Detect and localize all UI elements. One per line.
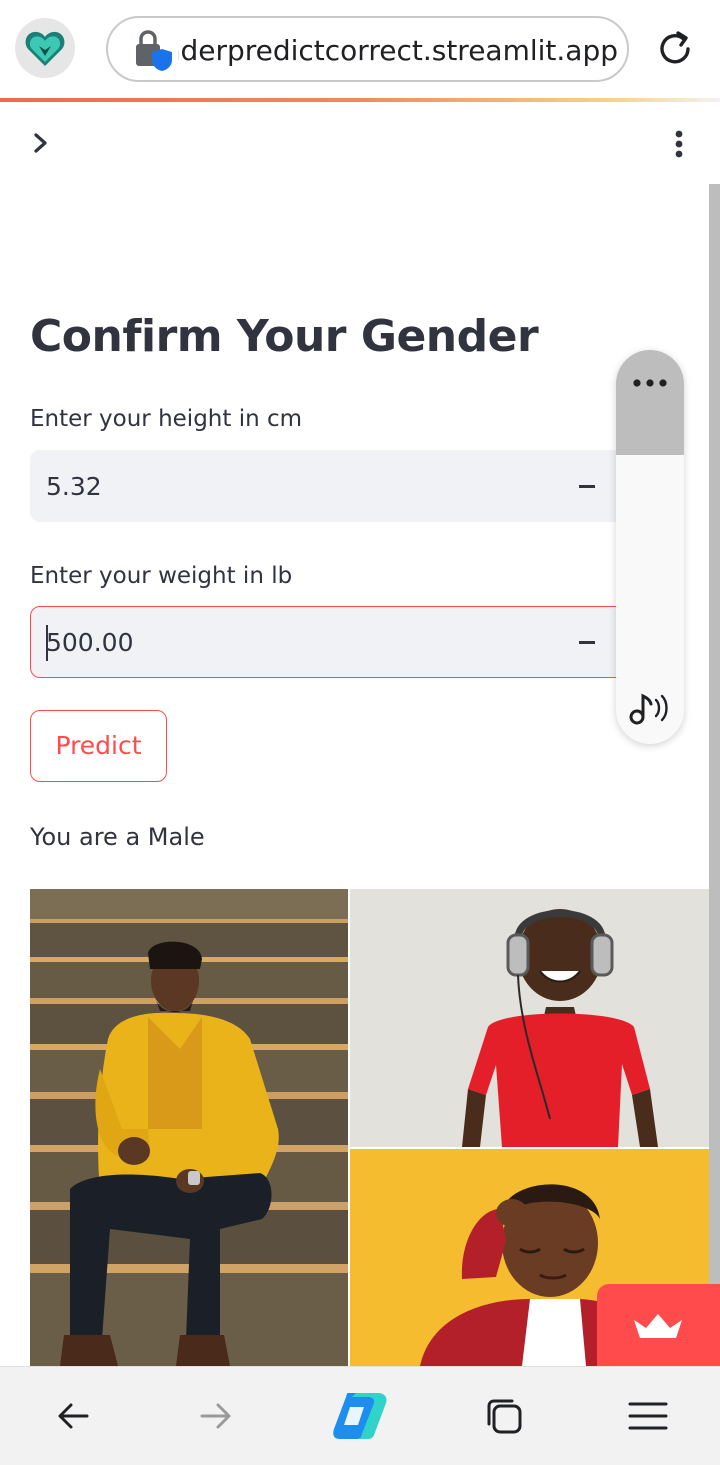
heart-shield-icon bbox=[25, 31, 65, 66]
page-title: Confirm Your Gender bbox=[30, 311, 539, 362]
browser-top-bar: genderpredictcorrect.streamlit.app bbox=[0, 0, 720, 102]
scrollbar[interactable] bbox=[709, 184, 720, 1366]
man-on-steps-photo bbox=[30, 889, 348, 1366]
browser-bottom-nav bbox=[0, 1366, 720, 1465]
app-header bbox=[0, 102, 720, 184]
height-input[interactable]: 5.32 bbox=[30, 450, 630, 522]
height-decrement-button[interactable] bbox=[579, 485, 595, 488]
music-note-icon[interactable] bbox=[628, 690, 672, 726]
reload-icon[interactable] bbox=[654, 28, 696, 70]
page: genderpredictcorrect.streamlit.app Confi… bbox=[0, 0, 720, 1465]
more-dots-icon[interactable] bbox=[632, 378, 668, 388]
weight-label: Enter your weight in lb bbox=[30, 563, 293, 589]
weight-input[interactable]: 500.00 bbox=[30, 606, 630, 678]
text-caret bbox=[46, 625, 48, 661]
height-value[interactable]: 5.32 bbox=[46, 470, 102, 504]
chevron-right-icon[interactable] bbox=[30, 130, 52, 156]
lock-shield-icon[interactable] bbox=[132, 30, 172, 72]
audio-player-widget[interactable] bbox=[616, 350, 684, 744]
height-label: Enter your height in cm bbox=[30, 406, 303, 432]
predict-button[interactable]: Predict bbox=[30, 710, 167, 782]
kebab-menu-icon[interactable] bbox=[664, 128, 694, 160]
weight-decrement-button[interactable] bbox=[579, 641, 595, 644]
crown-icon bbox=[634, 1314, 682, 1338]
prediction-result: You are a Male bbox=[30, 823, 205, 851]
back-arrow-icon[interactable] bbox=[53, 1396, 93, 1436]
copilot-icon[interactable] bbox=[330, 1389, 390, 1443]
hamburger-menu-icon[interactable] bbox=[628, 1396, 668, 1436]
boy-with-headphones-photo bbox=[350, 889, 709, 1147]
forward-arrow-icon[interactable] bbox=[196, 1396, 236, 1436]
url-text: genderpredictcorrect.streamlit.app bbox=[178, 34, 618, 67]
weight-value[interactable]: 500.00 bbox=[46, 626, 133, 660]
address-bar[interactable]: genderpredictcorrect.streamlit.app bbox=[106, 16, 629, 82]
tabs-icon[interactable] bbox=[484, 1396, 524, 1436]
streamlit-badge[interactable] bbox=[597, 1284, 720, 1366]
browser-logo[interactable] bbox=[15, 18, 75, 78]
audio-widget-header bbox=[616, 350, 684, 455]
